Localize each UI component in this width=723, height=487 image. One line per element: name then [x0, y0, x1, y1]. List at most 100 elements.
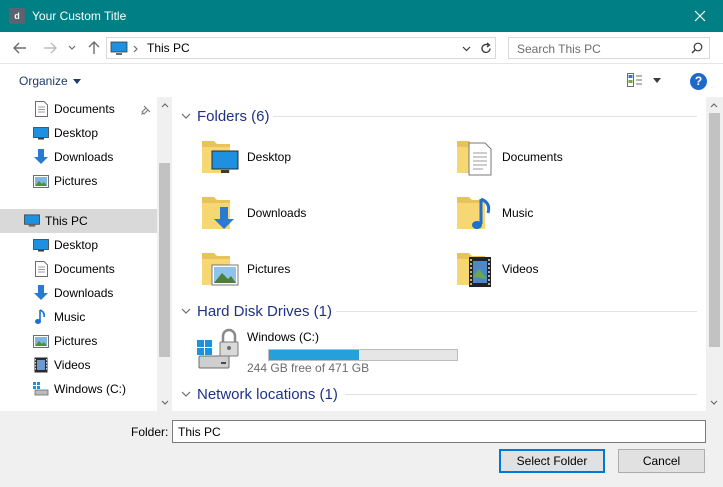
nav-item-pictures[interactable]: Pictures [0, 329, 157, 353]
nav-item-label: Downloads [54, 150, 114, 164]
folder-tile-label: Documents [502, 150, 563, 164]
caret-down-icon [653, 77, 661, 83]
organize-label: Organize [19, 74, 68, 88]
folder-tile-music[interactable]: Music [455, 190, 533, 236]
up-button[interactable] [84, 38, 104, 58]
desktop-icon [33, 125, 49, 141]
group-header-network[interactable]: Network locations (1) [181, 383, 338, 405]
folder-tile-label: Desktop [247, 150, 292, 164]
arrow-left-icon [13, 42, 26, 54]
folder-tile-documents[interactable]: Documents [455, 134, 563, 180]
drive-label: Windows (C:) [247, 330, 320, 344]
content-scrollbar[interactable] [706, 97, 723, 411]
folder-label: Folder: [131, 425, 169, 439]
refresh-icon[interactable] [480, 42, 492, 55]
nav-item-pictures-quick[interactable]: Pictures [0, 169, 157, 193]
group-header-folders[interactable]: Folders (6) [181, 105, 270, 127]
scroll-down-icon[interactable] [161, 400, 169, 405]
breadcrumb-chevron-icon [133, 45, 138, 53]
chevron-down-icon [68, 45, 76, 50]
nav-item-downloads[interactable]: Downloads [0, 281, 157, 305]
downloads-folder-icon [200, 191, 240, 235]
navigation-pane: Documents Desktop Downloads Pictures Thi… [0, 97, 172, 411]
folder-tile-label: Pictures [247, 262, 291, 276]
videos-folder-icon [455, 247, 495, 291]
music-folder-icon [455, 191, 495, 235]
this-pc-icon [24, 213, 40, 229]
folder-tile-pictures[interactable]: Pictures [200, 246, 290, 292]
nav-item-music[interactable]: Music [0, 305, 157, 329]
nav-item-label: Documents [54, 262, 115, 276]
scroll-up-icon[interactable] [161, 103, 169, 108]
cancel-button[interactable]: Cancel [618, 449, 705, 473]
organize-button[interactable]: Organize [19, 74, 81, 88]
close-icon [694, 10, 706, 22]
nav-item-desktop-quick[interactable]: Desktop [0, 121, 157, 145]
folder-tile-desktop[interactable]: Desktop [200, 134, 291, 180]
group-header-label: Network locations (1) [197, 385, 338, 403]
nav-item-label: Desktop [54, 238, 99, 252]
nav-item-this-pc[interactable]: This PC [0, 209, 157, 233]
drive-free-text: 244 GB free of 471 GB [247, 361, 370, 375]
documents-icon [33, 101, 49, 117]
nav-item-label: Windows (C:) [54, 382, 127, 396]
drive-usage-bar [268, 349, 458, 361]
arrow-up-icon [88, 41, 100, 54]
downloads-icon [33, 149, 49, 165]
nav-item-label: This PC [45, 214, 88, 228]
nav-item-documents[interactable]: Documents [0, 257, 157, 281]
nav-item-label: Videos [54, 358, 91, 372]
nav-pane-scrollbar[interactable] [157, 97, 172, 411]
nav-item-label: Pictures [54, 174, 98, 188]
scrollbar-thumb[interactable] [159, 163, 170, 357]
change-view-button[interactable] [627, 73, 661, 87]
drive-icon [33, 381, 49, 397]
pictures-icon [33, 333, 49, 349]
folder-tile-label: Music [502, 206, 534, 220]
scroll-down-icon[interactable] [710, 400, 718, 405]
select-folder-button[interactable]: Select Folder [499, 449, 605, 473]
folder-field[interactable] [172, 420, 706, 443]
videos-icon [33, 357, 49, 373]
help-button[interactable]: ? [690, 73, 707, 90]
pin-icon[interactable] [141, 105, 151, 115]
chevron-down-icon[interactable] [462, 46, 471, 52]
music-icon [33, 309, 49, 325]
nav-item-desktop[interactable]: Desktop [0, 233, 157, 257]
address-bar[interactable]: This PC [106, 37, 496, 59]
chevron-down-icon [181, 391, 191, 397]
recent-locations-button[interactable] [66, 38, 78, 58]
nav-item-windows-c[interactable]: Windows (C:) [0, 377, 157, 401]
group-header-label: Folders (6) [197, 107, 270, 125]
downloads-icon [33, 285, 49, 301]
drive-tile-windows-c[interactable]: Windows (C:) 244 GB free of 471 GB [195, 328, 465, 378]
scroll-up-icon[interactable] [710, 103, 718, 108]
search-placeholder: Search This PC [517, 42, 601, 56]
group-header-label: Hard Disk Drives (1) [197, 302, 333, 320]
nav-item-documents-quick[interactable]: Documents [0, 97, 157, 121]
back-button[interactable] [10, 38, 30, 58]
pictures-icon [33, 173, 49, 189]
nav-item-label: Downloads [54, 286, 114, 300]
computer-icon [110, 41, 128, 55]
app-icon: d [9, 8, 25, 24]
drive-usage-fill [269, 350, 360, 360]
group-divider [273, 116, 697, 117]
folder-tile-downloads[interactable]: Downloads [200, 190, 306, 236]
scrollbar-thumb[interactable] [709, 113, 720, 347]
forward-button[interactable] [40, 38, 60, 58]
nav-item-downloads-quick[interactable]: Downloads [0, 145, 157, 169]
folder-tile-videos[interactable]: Videos [455, 246, 538, 292]
nav-item-videos[interactable]: Videos [0, 353, 157, 377]
close-button[interactable] [677, 0, 723, 32]
folder-tile-label: Downloads [247, 206, 307, 220]
nav-item-label: Desktop [54, 126, 99, 140]
breadcrumb[interactable]: This PC [147, 41, 190, 55]
details-view-icon [627, 73, 642, 87]
nav-item-label: Music [54, 310, 86, 324]
group-header-drives[interactable]: Hard Disk Drives (1) [181, 300, 332, 322]
search-input[interactable]: Search This PC [508, 37, 710, 59]
desktop-icon [33, 237, 49, 253]
documents-icon [33, 261, 49, 277]
arrow-right-icon [44, 42, 57, 54]
